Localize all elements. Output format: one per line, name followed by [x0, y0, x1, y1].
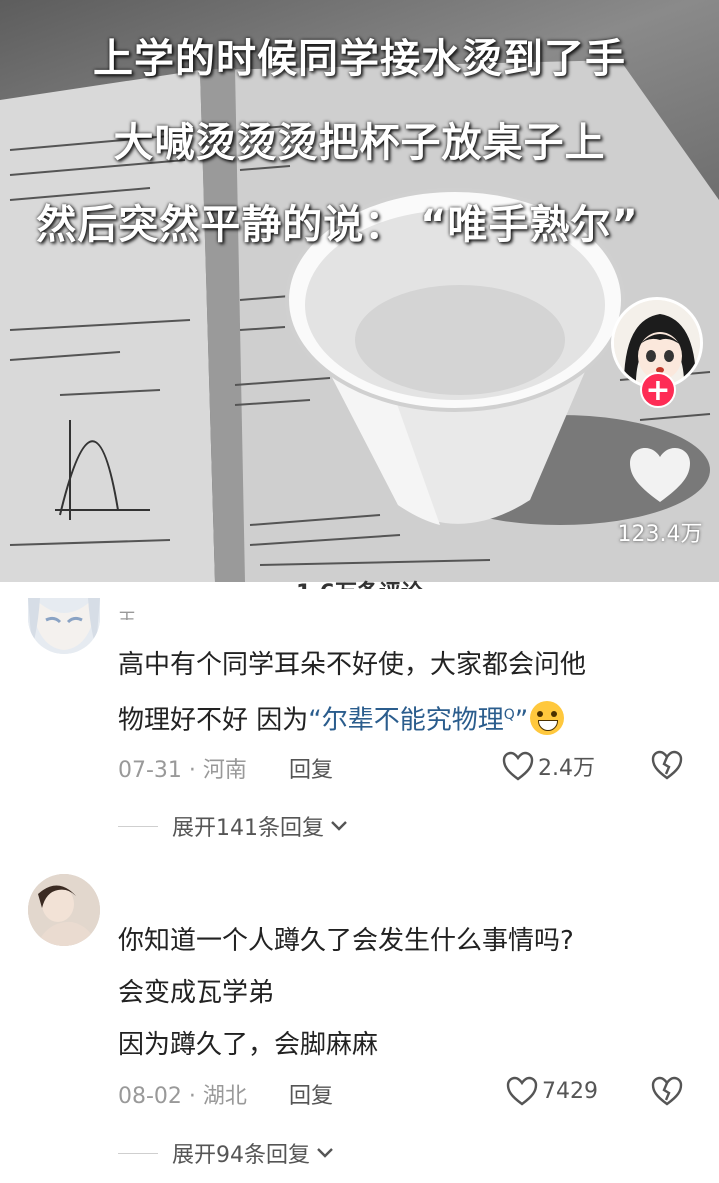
search-mark-icon: Q	[503, 707, 515, 723]
heart-outline-icon	[506, 1076, 538, 1106]
comment-text-line: 你知道一个人蹲久了会发生什么事情吗?	[118, 926, 574, 956]
comment-like-count: 7429	[542, 1078, 598, 1104]
video-like-count: 123.4万	[617, 522, 703, 547]
comment-date-location: 08-02 · 湖北	[118, 1084, 247, 1109]
comment-like-count: 2.4万	[538, 756, 595, 781]
comment-text-line: 会变成瓦学弟	[118, 978, 275, 1008]
expand-replies-button[interactable]: 展开94条回复	[118, 1137, 334, 1169]
comment-date-location: 07-31 · 河南	[118, 758, 247, 783]
heart-outline-icon	[502, 751, 534, 781]
comment-text-line: 物理好不好 因为“尔辈不能究物理Q”	[118, 690, 565, 746]
comment-text-line: 高中有个同学耳朵不好使，大家都会问他	[118, 650, 587, 680]
search-link[interactable]: 尔辈不能究物理	[322, 706, 504, 736]
chevron-down-icon	[331, 821, 347, 831]
comment-username[interactable]: 玉	[118, 606, 136, 620]
commenter-avatar[interactable]	[28, 874, 100, 946]
caption-line-3: 然后突然平静的说： “唯手熟尔”	[36, 202, 639, 248]
follow-plus-icon[interactable]: +	[640, 372, 676, 408]
grin-emoji-icon	[530, 700, 565, 735]
chevron-down-icon	[317, 1148, 333, 1158]
dislike-heart-icon[interactable]	[650, 1076, 684, 1106]
expand-replies-button[interactable]: 展开141条回复	[118, 810, 348, 842]
comment-text-line: 因为蹲久了，会脚麻麻	[118, 1030, 379, 1060]
reply-button[interactable]: 回复	[289, 752, 333, 784]
comment-like-button[interactable]: 2.4万	[502, 750, 595, 782]
divider	[118, 825, 158, 827]
quote-open: “	[308, 705, 322, 736]
divider	[118, 1152, 158, 1154]
expand-replies-label: 展开94条回复	[172, 1143, 310, 1168]
expand-replies-label: 展开141条回复	[172, 816, 324, 841]
dislike-heart-icon[interactable]	[650, 750, 684, 780]
video-frame	[0, 60, 719, 582]
commenter-avatar[interactable]	[28, 598, 100, 654]
heart-icon[interactable]	[628, 446, 692, 504]
quote-close: ”	[514, 705, 529, 736]
comment-text: 物理好不好 因为	[118, 705, 309, 736]
comment-like-button[interactable]: 7429	[506, 1076, 598, 1106]
caption-line-1: 上学的时候同学接水烫到了手	[93, 36, 626, 82]
reply-button[interactable]: 回复	[289, 1078, 333, 1110]
caption-line-2: 大喊烫烫烫把杯子放桌子上	[113, 120, 606, 166]
comment-count-header: 1.6万条评论	[0, 575, 719, 589]
video-player[interactable]: 上学的时候同学接水烫到了手 大喊烫烫烫把杯子放桌子上 然后突然平静的说： “唯手…	[0, 0, 719, 582]
